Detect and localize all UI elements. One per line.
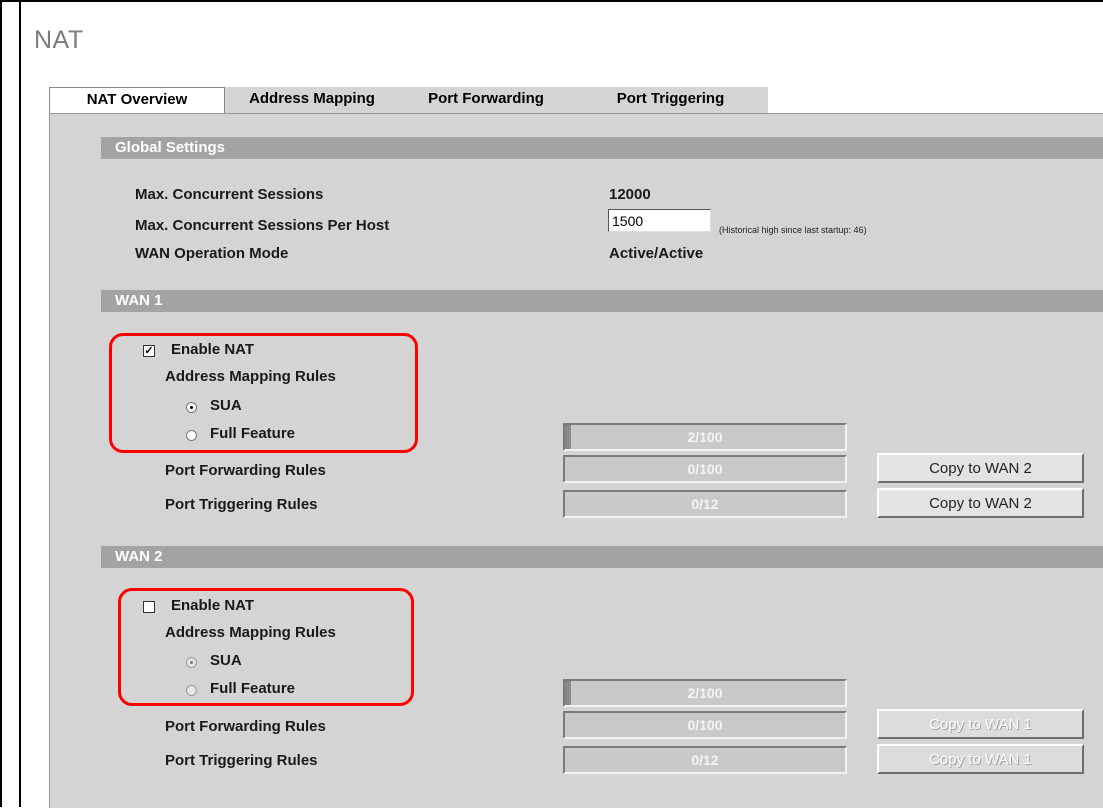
wan1-full-feature-radio[interactable] <box>186 430 197 441</box>
page-title: NAT <box>34 26 84 54</box>
wan2-port-triggering-usage-text: 0/12 <box>691 752 719 768</box>
wan2-header: WAN 2 <box>101 546 1103 568</box>
wan1-enable-nat-label: Enable NAT <box>171 341 255 358</box>
wan2-mapping-rules-label: Address Mapping Rules <box>165 624 336 641</box>
per-host-note: (Historical high since last startup: 46) <box>719 225 867 235</box>
wan1-full-feature-label: Full Feature <box>210 425 296 442</box>
wan1-sua-radio[interactable] <box>186 402 197 413</box>
tab-port-forwarding[interactable]: Port Forwarding <box>399 87 573 113</box>
wan1-enable-nat-checkbox[interactable]: ✓ <box>143 345 155 357</box>
wan1-port-forwarding-usage-text: 0/100 <box>687 461 723 477</box>
wan2-enable-nat-checkbox[interactable] <box>143 601 155 613</box>
wan2-copy-forwarding-button[interactable]: Copy to WAN 1 <box>877 709 1084 739</box>
wan1-address-mapping-usage-bar: 2/100 <box>563 423 847 451</box>
wan1-mapping-rules-label: Address Mapping Rules <box>165 368 336 385</box>
wan2-port-forwarding-usage-text: 0/100 <box>687 717 723 733</box>
wan-mode-value: Active/Active <box>609 245 704 262</box>
wan2-port-triggering-label: Port Triggering Rules <box>165 752 318 769</box>
global-settings-header: Global Settings <box>101 137 1103 159</box>
window-top-border <box>0 0 1103 2</box>
tab-port-triggering[interactable]: Port Triggering <box>573 87 768 113</box>
wan2-port-triggering-usage-bar: 0/12 <box>563 746 847 774</box>
wan2-copy-triggering-button[interactable]: Copy to WAN 1 <box>877 744 1084 774</box>
tab-nat-overview[interactable]: NAT Overview <box>49 87 225 114</box>
wan2-port-forwarding-label: Port Forwarding Rules <box>165 718 326 735</box>
wan2-sua-radio[interactable] <box>186 657 197 668</box>
wan1-port-triggering-usage-bar: 0/12 <box>563 490 847 518</box>
wan1-copy-forwarding-button[interactable]: Copy to WAN 2 <box>877 453 1084 483</box>
tab-address-mapping[interactable]: Address Mapping <box>225 87 399 113</box>
content-left-border <box>19 0 21 807</box>
wan2-full-feature-label: Full Feature <box>210 680 296 697</box>
max-sessions-value: 12000 <box>609 186 651 203</box>
max-sessions-label: Max. Concurrent Sessions <box>135 186 324 203</box>
wan2-address-mapping-usage-text: 2/100 <box>687 685 723 701</box>
wan2-enable-nat-label: Enable NAT <box>171 597 255 614</box>
wan-mode-label: WAN Operation Mode <box>135 245 289 262</box>
window-left-border <box>0 0 2 807</box>
per-host-input[interactable] <box>608 209 711 232</box>
wan2-address-mapping-usage-bar: 2/100 <box>563 679 847 707</box>
wan1-port-triggering-label: Port Triggering Rules <box>165 496 318 513</box>
wan1-port-triggering-usage-text: 0/12 <box>691 496 719 512</box>
wan1-sua-label: SUA <box>210 397 242 414</box>
wan1-header: WAN 1 <box>101 290 1103 312</box>
wan1-address-mapping-usage-text: 2/100 <box>687 429 723 445</box>
wan1-copy-triggering-button[interactable]: Copy to WAN 2 <box>877 488 1084 518</box>
wan2-full-feature-radio[interactable] <box>186 685 197 696</box>
wan2-sua-label: SUA <box>210 652 242 669</box>
wan1-port-forwarding-usage-bar: 0/100 <box>563 455 847 483</box>
per-host-label: Max. Concurrent Sessions Per Host <box>135 217 390 234</box>
wan2-port-forwarding-usage-bar: 0/100 <box>563 711 847 739</box>
wan1-port-forwarding-label: Port Forwarding Rules <box>165 462 326 479</box>
